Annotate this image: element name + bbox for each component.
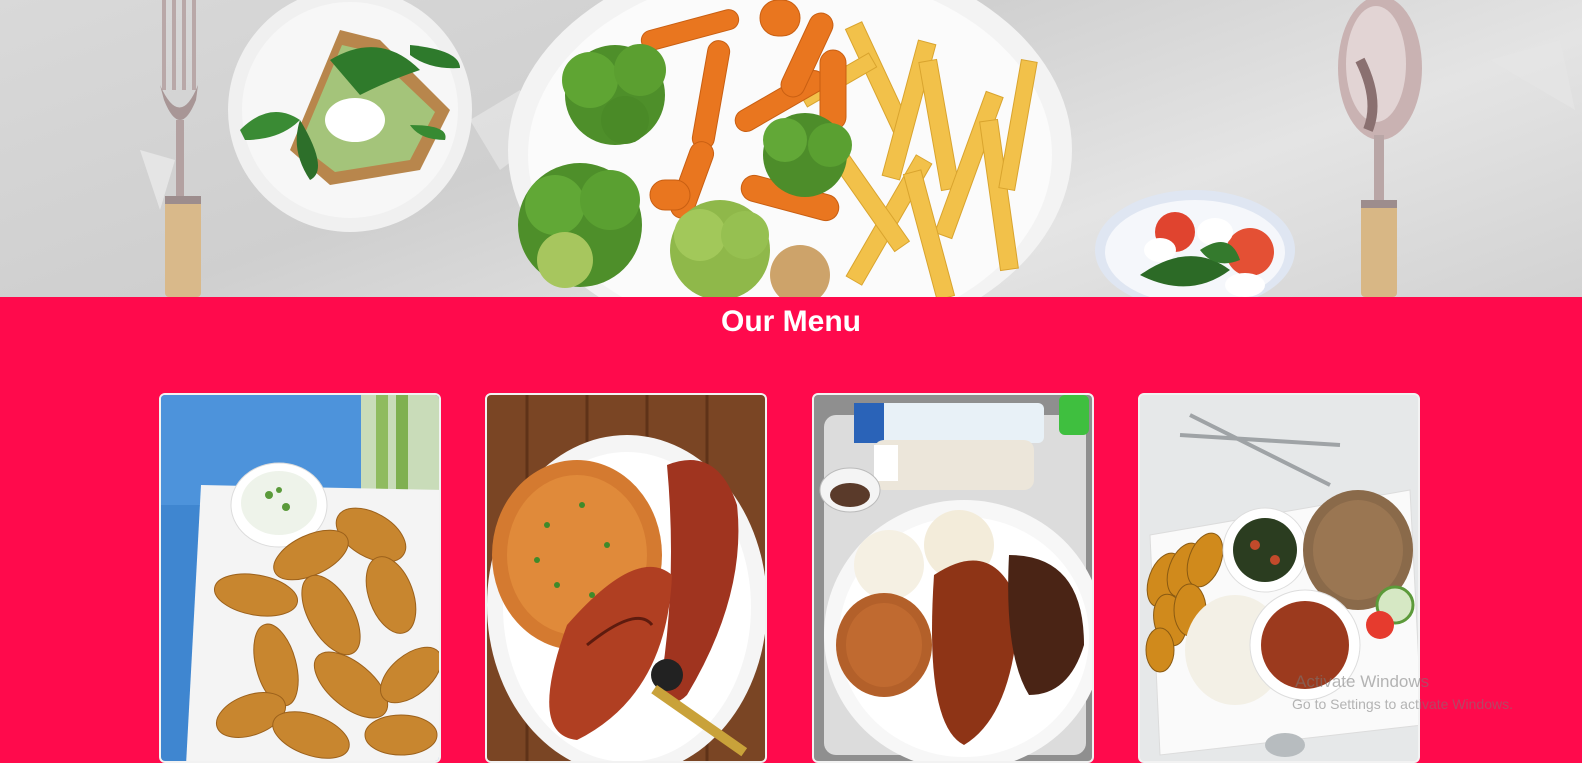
vegetables-and-fries-plate — [508, 0, 1072, 297]
hero-banner — [0, 0, 1582, 297]
windows-activation-watermark-title: Activate Windows — [1295, 672, 1430, 691]
fork-icon — [160, 0, 201, 297]
menu-card-jollof-rice-fish[interactable] — [485, 393, 767, 763]
avocado-toast-plate — [228, 0, 472, 232]
spoon-icon — [1338, 0, 1422, 297]
caprese-salad-plate — [1095, 190, 1295, 297]
rice-and-chicken-combo-image — [814, 395, 1092, 761]
menu-card-chicken-wings[interactable] — [159, 393, 441, 763]
menu-title: Our Menu — [721, 305, 861, 338]
windows-activation-watermark-subtitle: Go to Settings to activate Windows. — [1292, 696, 1513, 712]
chicken-wings-with-dip-image — [161, 395, 439, 761]
jollof-rice-with-grilled-fish-image — [487, 395, 765, 761]
menu-card-rice-chicken-combo[interactable] — [812, 393, 1094, 763]
hero-image — [140, 0, 1575, 297]
